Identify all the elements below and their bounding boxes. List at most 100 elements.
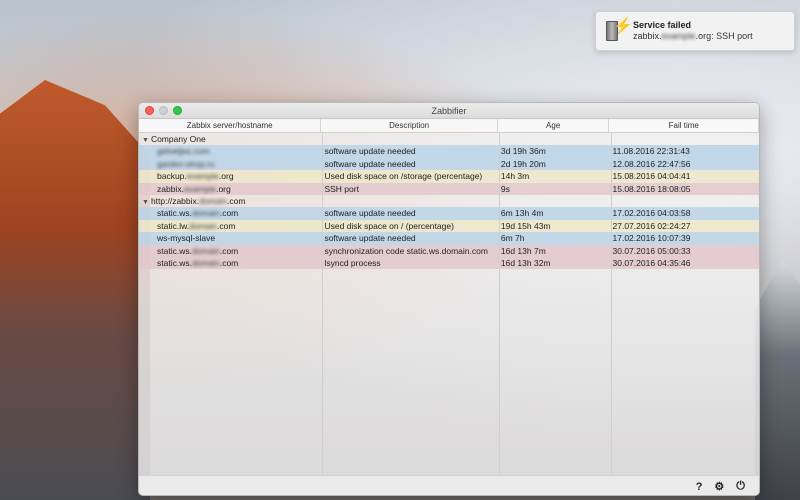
age-cell: 19d 15h 43m [500,220,551,231]
fail-time-cell: 30.07.2016 04:35:46 [612,257,691,268]
fail-time-cell: 17.02.2016 10:07:39 [612,233,691,244]
hostname-cell: backup.example.org [139,170,321,182]
description-cell: software update needed [324,233,416,244]
hostname-part: domain [191,208,220,219]
group-name-suffix: .com [227,195,246,206]
empty-cell [321,133,497,145]
group-row[interactable]: ▼ http://zabbix.domain.com [139,195,759,207]
server-lightning-icon: ⚡ [603,19,633,43]
disclosure-triangle-icon[interactable]: ▼ [142,137,149,144]
zabbifier-window: Zabbifier Zabbix server/hostname Descrip… [138,102,760,496]
minimize-button[interactable] [159,106,168,115]
notification-text: Service failed zabbix.example.org: SSH p… [633,20,753,42]
table-row[interactable]: garden-shop.ru software update needed 2d 1… [139,157,759,171]
hostname-part: example [183,183,217,194]
hostname-part: garden-shop.ru [157,158,215,169]
group-row[interactable]: ▼ Company One [139,133,759,145]
hostname-part: domain [191,257,220,268]
hostname-cell: zabbix.example.org [139,183,321,195]
fail-time-cell: 30.07.2016 05:00:33 [612,245,691,256]
description-cell: synchronization code static.ws.domain.co… [324,245,488,256]
fail-time-cell: 17.02.2016 04:03:58 [612,208,691,219]
table-row[interactable]: ws-mysql-slave software update needed 6m 7… [139,232,759,245]
hostname-part: static.ws. [157,257,192,268]
close-button[interactable] [145,106,154,115]
group-name-blurred: domain [199,195,228,206]
column-divider [322,133,323,475]
description-cell: Used disk space on / (percentage) [324,220,454,231]
age-cell: 9s [500,183,510,194]
settings-gear-icon[interactable]: ⚙ [714,480,724,493]
disclosure-triangle-icon[interactable]: ▼ [142,199,149,206]
window-controls [145,106,182,115]
fail-time-cell: 27.07.2016 02:24:27 [612,220,691,231]
notification-message: zabbix.example.org: SSH port [633,30,753,42]
hostname-part: ws-mysql-slave [157,233,216,244]
hostname-part: .com [219,245,239,256]
column-header-description[interactable]: Description [321,119,498,132]
column-header-fail-time[interactable]: Fail time [609,119,759,132]
column-divider [499,133,500,475]
hostname-part: zabbix. [157,183,184,194]
table-header: Zabbix server/hostname Description Age F… [139,119,759,133]
column-header-hostname[interactable]: Zabbix server/hostname [139,119,322,132]
wallpaper-mountain [755,260,800,500]
table-row[interactable]: static.lw.domain.com Used disk space on /… [139,219,759,233]
hostname-cell: static.ws.domain.com [139,245,321,257]
age-cell: 6m 7h [500,233,525,244]
description-cell: software update needed [324,208,416,219]
fail-time-cell: 15.08.2016 04:04:41 [612,171,691,182]
problems-table: Zabbix server/hostname Description Age F… [139,119,759,475]
hostname-part: static.ws. [157,208,192,219]
age-cell: 14h 3m [500,171,530,182]
table-body: ▼ Company One geloetjes.com software update… [139,133,759,270]
hostname-cell: static.ws.domain.com [139,207,321,219]
table-row[interactable]: zabbix.example.org SSH port 9s 15.08.2016 1… [139,182,759,195]
column-header-age[interactable]: Age [498,119,610,132]
hostname-part: backup. [157,171,187,182]
hostname-part: .org [218,171,234,182]
titlebar[interactable]: Zabbifier [139,103,759,119]
table-row[interactable]: geloetjes.com software update needed 3d 19… [139,145,759,158]
hostname-part: static.lw. [157,220,190,231]
hostname-part: domain [191,245,220,256]
table-row[interactable]: static.ws.domain.com synchronization code… [139,244,759,257]
group-name-text: Company One [150,134,206,144]
group-name: ▼ http://zabbix.domain.com [139,195,321,207]
table-row[interactable]: backup.example.org Used disk space on /st… [139,170,759,183]
hostname-cell: static.lw.domain.com [139,220,321,232]
group-name-text: http://zabbix. [150,195,200,206]
hostname-part: .com [219,208,239,219]
hostname-cell: ws-mysql-slave [139,232,321,244]
description-cell: lsyncd process [324,257,381,268]
empty-cell [609,195,759,207]
hostname-part: geloetjes.com [157,146,210,157]
hostname-cell: static.ws.domain.com [139,257,321,269]
hostname-cell: geloetjes.com [139,145,321,157]
column-divider [611,133,612,475]
age-cell: 16d 13h 7m [500,245,546,256]
hostname-part: .org [216,183,231,194]
age-cell: 3d 19h 36m [500,146,546,157]
description-cell: software update needed [324,158,416,169]
footer-toolbar: ? ⚙ ⏻ [139,475,759,495]
notif-host-prefix: zabbix. [633,31,662,41]
empty-cell [498,195,610,207]
power-icon[interactable]: ⏻ [736,480,745,493]
notification-banner[interactable]: ⚡ Service failed zabbix.example.org: SSH… [595,11,795,51]
description-cell: SSH port [324,183,359,194]
table-row[interactable]: static.ws.domain.com lsyncd process 16d 13… [139,256,759,270]
empty-cell [609,133,759,145]
hostname-part: domain [189,220,218,231]
window-title: Zabbifier [431,106,467,116]
group-name: ▼ Company One [139,133,321,145]
help-button[interactable]: ? [696,481,703,493]
fail-time-cell: 12.08.2016 22:47:56 [612,158,691,169]
maximize-button[interactable] [173,106,182,115]
age-cell: 16d 13h 32m [500,257,551,268]
table-row[interactable]: static.ws.domain.com software update need… [139,207,759,220]
description-cell: software update needed [324,146,416,157]
fail-time-cell: 15.08.2016 18:08:05 [612,183,691,194]
notification-title: Service failed [633,20,692,30]
hostname-part: static.ws. [157,245,192,256]
